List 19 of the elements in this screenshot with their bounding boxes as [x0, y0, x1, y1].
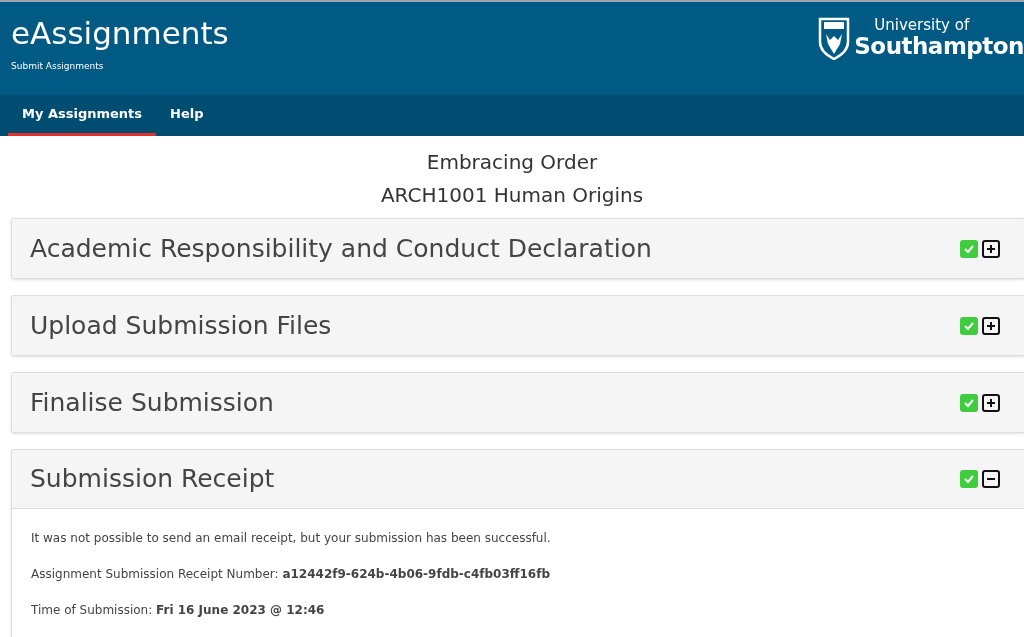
collapse-icon[interactable]	[982, 470, 1000, 488]
logo-text: Southampton	[854, 35, 1024, 58]
section-title[interactable]: Submission Receipt	[30, 460, 275, 498]
receipt-text: It was not possible to send an email receipt, but your submission has been successful.	[31, 530, 551, 547]
nav-tab[interactable]: My Assignments	[8, 95, 157, 136]
app-subtitle: Submit Assignments	[11, 60, 104, 73]
nav-tab[interactable]: Help	[156, 95, 218, 136]
receipt-text: Assignment Submission Receipt Number: a12442f9-624b-4b06-9fdb-c4fb03ff16fb	[31, 566, 550, 583]
app-title: eAssignments	[11, 14, 229, 52]
expand-icon[interactable]	[982, 316, 1000, 335]
logo-text: University of	[873, 18, 970, 33]
section-title[interactable]: Finalise Submission	[30, 383, 274, 422]
receipt-text: Time of Submission: Fri 16 June 2023 @ 12:46	[31, 602, 325, 619]
expand-icon[interactable]	[982, 393, 1000, 412]
expand-icon[interactable]	[982, 239, 1000, 258]
assignment-title: Embracing Order	[426, 149, 598, 176]
section-title[interactable]: Upload Submission Files	[30, 306, 332, 345]
shield-logo-icon	[818, 16, 851, 60]
module-title: ARCH1001 Human Origins	[380, 182, 644, 209]
